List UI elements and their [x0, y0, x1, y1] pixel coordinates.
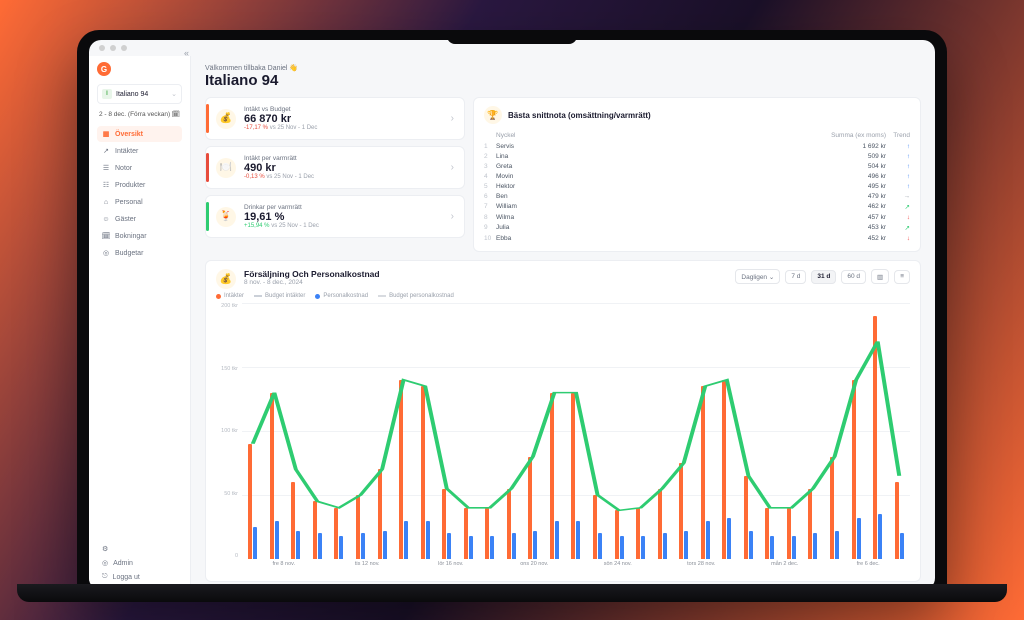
restaurant-selector[interactable]: I Italiano 94 ⌄ [97, 84, 182, 104]
avg-bill-table: Nyckel Summa (ex moms) Trend 1Servis1 69… [484, 130, 910, 243]
range-60d[interactable]: 60 d [841, 270, 866, 284]
table-row[interactable]: 9Julia453 kr↗ [484, 222, 910, 233]
kpi-icon: 🍽️ [216, 158, 236, 178]
restaurant-name: Italiano 94 [116, 91, 148, 98]
nav-products[interactable]: ☷Produkter [97, 177, 182, 193]
period-dropdown[interactable]: Dagligen ⌄ [735, 269, 780, 284]
range-31d[interactable]: 31 d [811, 270, 836, 284]
chart-subtitle: 8 nov. - 8 dec., 2024 [244, 279, 727, 286]
nav-settings[interactable]: ⚙ [97, 542, 182, 556]
collapse-sidebar-icon[interactable]: « [184, 56, 189, 58]
view-list-icon[interactable]: ≡ [894, 270, 910, 284]
brand-logo[interactable]: G [97, 62, 111, 76]
chevron-right-icon: › [451, 113, 454, 124]
table-row[interactable]: 3Greta504 kr↑ [484, 161, 910, 171]
nav-budgets[interactable]: ◎Budgetar [97, 245, 182, 261]
nav-overview[interactable]: ▦Översikt [97, 126, 182, 142]
budgets-icon: ◎ [102, 249, 110, 257]
table-row[interactable]: 2Lina509 kr↑ [484, 151, 910, 161]
date-range-label: 2 - 8 dec. (Förra veckan) [99, 111, 170, 118]
calendar-icon: 🗓 [172, 110, 180, 118]
guests-icon: ☺ [102, 215, 110, 223]
kpi-card-2[interactable]: 🍹 Drinkar per varmrätt 19,61 % +15,94 % … [205, 195, 465, 238]
nav-logout[interactable]: ⎋Logga ut [97, 570, 182, 584]
money-icon: 💰 [216, 269, 236, 289]
table-row[interactable]: 6Ben479 kr→ [484, 191, 910, 201]
table-row[interactable]: 1Servis1 692 kr↑ [484, 141, 910, 151]
table-row[interactable]: 7William462 kr↗ [484, 201, 910, 212]
nav-income[interactable]: ↗Intäkter [97, 143, 182, 159]
kpi-card-0[interactable]: 💰 Intäkt vs Budget 66 870 kr -17,17 % vs… [205, 97, 465, 140]
table-row[interactable]: 4Movin496 kr↑ [484, 171, 910, 181]
view-bar-icon[interactable]: ▥ [871, 269, 889, 284]
trophy-icon: 🏆 [484, 106, 502, 124]
chart-icon: ↗ [102, 147, 110, 155]
col-key: Nyckel [496, 130, 604, 141]
page-title: Italiano 94 [205, 72, 921, 89]
chevron-down-icon: ⌄ [171, 90, 177, 98]
best-avg-bill-card: 🏆 Bästa snittnota (omsättning/varmrätt) … [473, 97, 921, 252]
nav-bookings[interactable]: 🗓Bokningar [97, 228, 182, 244]
settings-icon: ⚙ [102, 545, 108, 553]
receipt-icon: ☰ [102, 164, 110, 172]
sales-staff-chart-card: 💰 Försäljning Och Personalkostnad 8 nov.… [205, 260, 921, 582]
kpi-icon: 💰 [216, 109, 236, 129]
admin-icon: ◎ [102, 559, 108, 567]
col-sum: Summa (ex moms) [604, 130, 886, 141]
nav-notes[interactable]: ☰Notor [97, 160, 182, 176]
dashboard-icon: ▦ [102, 130, 110, 138]
table-row[interactable]: 5Hektor495 kr↑ [484, 181, 910, 191]
bookings-icon: 🗓 [102, 232, 110, 240]
kpi-icon: 🍹 [216, 207, 236, 227]
chevron-right-icon: › [451, 211, 454, 222]
welcome-text: Välkommen tillbaka Daniel 👋 [205, 64, 921, 72]
nav-admin[interactable]: ◎Admin [97, 556, 182, 570]
personnel-icon: ⌂ [102, 198, 110, 206]
chevron-right-icon: › [451, 162, 454, 173]
logout-icon: ⎋ [102, 573, 108, 581]
col-trend: Trend [886, 130, 910, 141]
nav-personnel[interactable]: ⌂Personal [97, 194, 182, 210]
date-range-selector[interactable]: 2 - 8 dec. (Förra veckan) 🗓 [97, 110, 182, 118]
table-row[interactable]: 8Wilma457 kr↓ [484, 212, 910, 222]
kpi-card-1[interactable]: 🍽️ Intäkt per varmrätt 490 kr -0,13 % vs… [205, 146, 465, 189]
range-7d[interactable]: 7 d [785, 270, 806, 284]
chart-title: Försäljning Och Personalkostnad [244, 269, 727, 279]
nav-guests[interactable]: ☺Gäster [97, 211, 182, 227]
products-icon: ☷ [102, 181, 110, 189]
table-row[interactable]: 10Ebba452 kr↓ [484, 233, 910, 243]
restaurant-badge: I [102, 89, 112, 99]
table-title: Bästa snittnota (omsättning/varmrätt) [508, 111, 651, 120]
